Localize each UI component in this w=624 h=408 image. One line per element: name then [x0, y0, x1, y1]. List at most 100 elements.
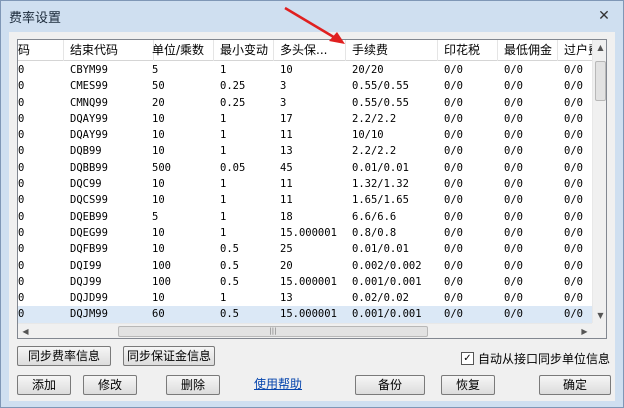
- column-header-stamp-tax[interactable]: 印花税: [438, 40, 498, 61]
- auto-sync-option[interactable]: ✓ 自动从接口同步单位信息: [461, 350, 610, 366]
- cell-margin: 20: [280, 259, 293, 272]
- cell-fee: 2.2/2.2: [352, 112, 397, 125]
- table-row[interactable]: 0 DQJD99 10 1 13 0.02/0.02 0/0 0/0 0/0: [18, 290, 592, 306]
- table-row[interactable]: 0 CMNQ99 20 0.25 3 0.55/0.55 0/0 0/0 0/0: [18, 95, 592, 111]
- cell-unit: 5: [152, 64, 159, 76]
- table-row[interactable]: 0 DQBB99 500 0.05 45 0.01/0.01 0/0 0/0 0/0: [18, 160, 592, 176]
- cell-unit: 10: [152, 194, 165, 207]
- cell-mincomm: 0/0: [504, 292, 523, 305]
- add-button[interactable]: 添加: [17, 375, 71, 395]
- cell-margin: 25: [280, 243, 293, 256]
- table-row[interactable]: 0 CMES99 50 0.25 3 0.55/0.55 0/0 0/0 0/0: [18, 78, 592, 94]
- table-row[interactable]: 0 DQCS99 10 1 11 1.65/1.65 0/0 0/0 0/0: [18, 192, 592, 208]
- cell-margin: 18: [280, 210, 293, 223]
- cell-margin: 13: [280, 145, 293, 158]
- cell-stamp: 0/0: [444, 112, 463, 125]
- vertical-scrollbar[interactable]: ▲ ▼: [592, 40, 606, 323]
- cell-stamp: 0/0: [444, 243, 463, 256]
- cell-margin: 11: [280, 194, 293, 207]
- fee-settings-window: 费率设置 ✕ 码 结束代码 单位/乘数 最小变动 多头保... 手续费 印花税 …: [0, 0, 624, 408]
- table-row[interactable]: 0 DQJM99 60 0.5 15.000001 0.001/0.001 0/0 0/0 0/…: [18, 306, 592, 323]
- cell-stamp: 0/0: [444, 96, 463, 109]
- table-row[interactable]: 0 DQB99 10 1 13 2.2/2.2 0/0 0/0 0/0: [18, 143, 592, 159]
- cell-transfer: 0/0: [564, 145, 583, 158]
- auto-sync-checkbox[interactable]: ✓: [461, 351, 474, 365]
- cell-fee: 1.32/1.32: [352, 178, 409, 191]
- cell-fee: 10/10: [352, 129, 384, 142]
- table-row[interactable]: 0 DQI99 100 0.5 20 0.002/0.002 0/0 0/0 0/0: [18, 258, 592, 274]
- cell-stamp: 0/0: [444, 210, 463, 223]
- cell-margin: 15.000001: [280, 308, 337, 321]
- cell-transfer: 0/0: [564, 161, 583, 174]
- table-row[interactable]: 0 DQJ99 100 0.5 15.000001 0.001/0.001 0/0 0/0 0/…: [18, 274, 592, 290]
- cell-code: DQAY99: [70, 129, 108, 142]
- cell-tick: 0.25: [220, 80, 246, 93]
- column-header-unit[interactable]: 单位/乘数: [146, 40, 214, 61]
- scroll-left-icon[interactable]: ◀: [18, 324, 33, 338]
- column-header-min-tick[interactable]: 最小变动: [214, 40, 274, 61]
- horizontal-scrollbar[interactable]: ◀ ||| ▶: [18, 323, 592, 338]
- scroll-right-icon[interactable]: ▶: [577, 324, 592, 338]
- cell-stamp: 0/0: [444, 292, 463, 305]
- cell-transfer: 0/0: [564, 292, 583, 305]
- cell-transfer: 0/0: [564, 210, 583, 223]
- cell-tick: 1: [220, 145, 227, 158]
- table-row[interactable]: 0 DQAY99 10 1 11 10/10 0/0 0/0 0/0: [18, 127, 592, 143]
- table-body: 0 CBYM99 5 1 10 20/20 0/0 0/0 0/0 0 CMES99 50 0.25 3 0…: [18, 62, 592, 323]
- table-row[interactable]: 0 DQEB99 5 1 18 6.6/6.6 0/0 0/0 0/0: [18, 209, 592, 225]
- cell-c0: 0: [18, 308, 25, 321]
- table-row[interactable]: 0 DQEG99 10 1 15.000001 0.8/0.8 0/0 0/0 0/0: [18, 225, 592, 241]
- cell-c0: 0: [18, 64, 25, 76]
- cell-margin: 45: [280, 161, 293, 174]
- cell-code: CMES99: [70, 80, 108, 93]
- restore-button[interactable]: 恢复: [441, 375, 495, 395]
- edit-button[interactable]: 修改: [83, 375, 137, 395]
- cell-stamp: 0/0: [444, 275, 463, 288]
- title-bar: 费率设置 ✕: [1, 1, 623, 31]
- cell-c0: 0: [18, 145, 25, 158]
- cell-code: DQEB99: [70, 210, 108, 223]
- cell-mincomm: 0/0: [504, 275, 523, 288]
- horizontal-scroll-thumb[interactable]: |||: [118, 326, 428, 337]
- cell-c0: 0: [18, 80, 25, 93]
- window-title: 费率设置: [9, 11, 62, 26]
- column-header-code-start[interactable]: 码: [18, 40, 64, 61]
- cell-mincomm: 0/0: [504, 259, 523, 272]
- scroll-up-icon[interactable]: ▲: [593, 40, 606, 55]
- close-icon[interactable]: ✕: [589, 6, 619, 26]
- cell-fee: 0.01/0.01: [352, 243, 409, 256]
- ok-button[interactable]: 确定: [539, 375, 611, 395]
- column-header-min-commission[interactable]: 最低佣金: [498, 40, 558, 61]
- cell-tick: 0.5: [220, 243, 239, 256]
- scroll-down-icon[interactable]: ▼: [593, 308, 606, 323]
- auto-sync-label: 自动从接口同步单位信息: [478, 351, 611, 366]
- cell-c0: 0: [18, 161, 25, 174]
- cell-fee: 0.002/0.002: [352, 259, 422, 272]
- backup-button[interactable]: 备份: [355, 375, 425, 395]
- cell-unit: 10: [152, 145, 165, 158]
- delete-button[interactable]: 删除: [166, 375, 220, 395]
- vertical-scroll-thumb[interactable]: [595, 61, 606, 101]
- column-header-end-code[interactable]: 结束代码: [64, 40, 154, 61]
- sync-fee-button[interactable]: 同步费率信息: [17, 346, 111, 366]
- table-row[interactable]: 0 CBYM99 5 1 10 20/20 0/0 0/0 0/0: [18, 62, 592, 78]
- cell-fee: 0.001/0.001: [352, 275, 422, 288]
- sync-margin-button[interactable]: 同步保证金信息: [123, 346, 215, 366]
- column-header-fee[interactable]: 手续费: [346, 40, 438, 61]
- table-row[interactable]: 0 DQAY99 10 1 17 2.2/2.2 0/0 0/0 0/0: [18, 111, 592, 127]
- cell-c0: 0: [18, 292, 25, 305]
- cell-c0: 0: [18, 275, 25, 288]
- cell-mincomm: 0/0: [504, 210, 523, 223]
- cell-margin: 15.000001: [280, 226, 337, 239]
- table-row[interactable]: 0 DQC99 10 1 11 1.32/1.32 0/0 0/0 0/0: [18, 176, 592, 192]
- column-header-long-margin[interactable]: 多头保...: [274, 40, 346, 61]
- cell-c0: 0: [18, 178, 25, 191]
- table-row[interactable]: 0 DQFB99 10 0.5 25 0.01/0.01 0/0 0/0 0/0: [18, 241, 592, 257]
- cell-mincomm: 0/0: [504, 308, 523, 321]
- cell-margin: 11: [280, 178, 293, 191]
- cell-transfer: 0/0: [564, 308, 583, 321]
- cell-unit: 10: [152, 292, 165, 305]
- cell-stamp: 0/0: [444, 161, 463, 174]
- cell-code: DQFB99: [70, 243, 108, 256]
- help-link[interactable]: 使用帮助: [254, 375, 302, 392]
